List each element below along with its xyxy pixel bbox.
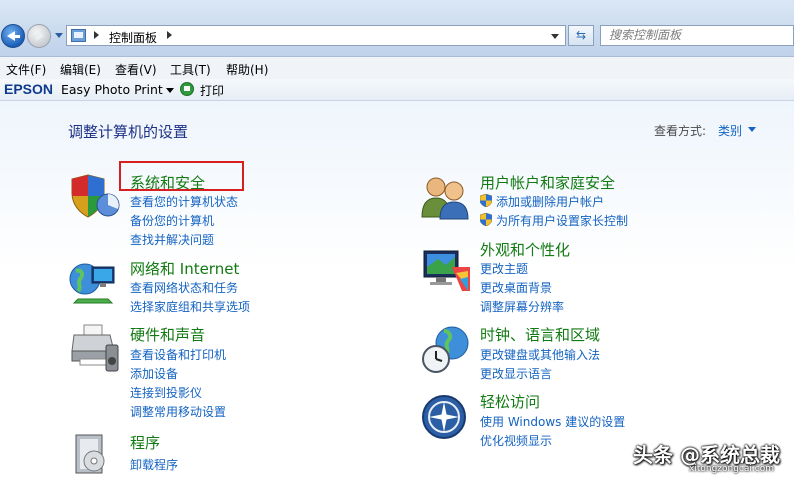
- link-devices-printers[interactable]: 查看设备和打印机: [130, 346, 226, 363]
- print-button[interactable]: 打印: [200, 82, 224, 99]
- link-parental-controls[interactable]: 为所有用户设置家长控制: [496, 212, 628, 229]
- link-uninstall-program[interactable]: 卸载程序: [130, 456, 178, 473]
- breadcrumb-chevron-right-icon[interactable]: [94, 31, 99, 39]
- link-troubleshoot[interactable]: 查找并解决问题: [130, 231, 214, 248]
- watermark-url: xitongzongcai.com: [689, 464, 774, 474]
- system-security-shield-icon[interactable]: [70, 173, 120, 219]
- link-add-device[interactable]: 添加设备: [130, 365, 178, 382]
- link-screen-resolution[interactable]: 调整屏幕分辨率: [480, 298, 564, 315]
- appearance-monitor-icon[interactable]: [420, 247, 472, 293]
- uac-shield-icon: [480, 194, 492, 207]
- back-button[interactable]: [1, 24, 25, 48]
- ease-of-access-icon[interactable]: [420, 393, 468, 441]
- easy-photo-print-button[interactable]: Easy Photo Print: [61, 82, 163, 97]
- link-add-remove-accounts[interactable]: 添加或删除用户帐户: [496, 193, 604, 210]
- print-icon[interactable]: [180, 82, 194, 96]
- link-desktop-background[interactable]: 更改桌面背景: [480, 279, 552, 296]
- menu-help[interactable]: 帮助(H): [226, 61, 268, 78]
- category-ease-of-access[interactable]: 轻松访问: [480, 391, 540, 412]
- address-toolbar: 控制面板 ⇆ 搜索控制面板: [0, 0, 794, 57]
- link-connect-projector[interactable]: 连接到投影仪: [130, 384, 202, 401]
- clock-region-globe-icon[interactable]: [420, 323, 472, 375]
- watermark: 头条 @系统总裁 xitongzongcai.com: [633, 437, 793, 477]
- address-field[interactable]: 控制面板: [66, 25, 566, 46]
- breadcrumb-chevron-right-icon[interactable]: [167, 31, 172, 39]
- category-appearance[interactable]: 外观和个性化: [480, 239, 570, 260]
- recent-pages-chevron-down-icon[interactable]: [55, 33, 63, 38]
- view-by-label: 查看方式:: [654, 124, 707, 138]
- menu-bar: 文件(F) 编辑(E) 查看(V) 工具(T) 帮助(H): [0, 57, 794, 80]
- epson-logo: EPSON: [4, 81, 54, 97]
- menu-view[interactable]: 查看(V): [115, 61, 157, 78]
- breadcrumb-control-panel[interactable]: 控制面板: [109, 29, 157, 46]
- menu-edit[interactable]: 编辑(E): [60, 61, 101, 78]
- control-panel-icon: [71, 29, 86, 42]
- epson-dropdown-chevron-down-icon[interactable]: [166, 88, 174, 93]
- programs-box-icon[interactable]: [72, 431, 120, 475]
- category-hardware-sound[interactable]: 硬件和声音: [130, 324, 205, 345]
- link-homegroup-sharing[interactable]: 选择家庭组和共享选项: [130, 298, 250, 315]
- search-input[interactable]: 搜索控制面板: [600, 25, 794, 46]
- link-mobility-settings[interactable]: 调整常用移动设置: [130, 403, 226, 420]
- menu-file[interactable]: 文件(F): [6, 61, 46, 78]
- link-view-computer-status[interactable]: 查看您的计算机状态: [130, 193, 238, 210]
- forward-button[interactable]: [27, 24, 51, 48]
- epson-toolbar: EPSON Easy Photo Print 打印: [0, 79, 794, 101]
- highlight-box: [119, 161, 244, 191]
- category-user-accounts[interactable]: 用户帐户和家庭安全: [480, 172, 615, 193]
- control-panel-content: 调整计算机的设置 查看方式: 类别 系统和安全 查看您的计算机状态 备份您的计算…: [0, 101, 794, 477]
- network-internet-globe-icon[interactable]: [68, 261, 120, 307]
- menu-tools[interactable]: 工具(T): [170, 61, 211, 78]
- link-backup-computer[interactable]: 备份您的计算机: [130, 212, 214, 229]
- view-by-chevron-down-icon[interactable]: [748, 127, 756, 132]
- link-display-language[interactable]: 更改显示语言: [480, 365, 552, 382]
- category-network-internet[interactable]: 网络和 Internet: [130, 258, 239, 279]
- view-by-dropdown[interactable]: 类别: [718, 122, 742, 139]
- category-clock-language-region[interactable]: 时钟、语言和区域: [480, 324, 600, 345]
- link-optimize-visual-display[interactable]: 优化视频显示: [480, 432, 552, 449]
- category-programs[interactable]: 程序: [130, 432, 160, 453]
- refresh-icon: ⇆: [575, 28, 587, 42]
- hardware-sound-printer-icon[interactable]: [70, 323, 122, 375]
- link-change-theme[interactable]: 更改主题: [480, 260, 528, 277]
- link-windows-recommended-settings[interactable]: 使用 Windows 建议的设置: [480, 413, 625, 430]
- address-dropdown-chevron-down-icon[interactable]: [551, 34, 559, 39]
- user-accounts-people-icon[interactable]: [420, 173, 472, 221]
- link-keyboard-input[interactable]: 更改键盘或其他输入法: [480, 346, 600, 363]
- page-title: 调整计算机的设置: [68, 123, 189, 141]
- uac-shield-icon: [480, 213, 492, 226]
- refresh-button[interactable]: ⇆: [568, 25, 594, 46]
- link-network-status[interactable]: 查看网络状态和任务: [130, 279, 238, 296]
